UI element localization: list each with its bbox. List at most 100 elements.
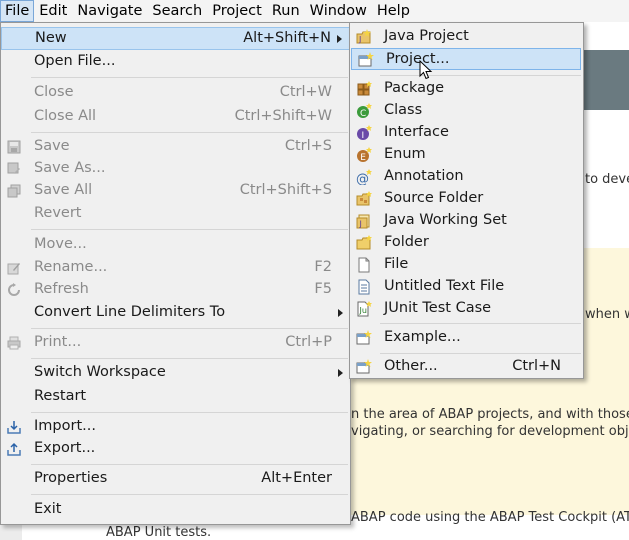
submenu-item-source-folder[interactable]: Source Folder [350, 188, 583, 210]
submenu-item-label: JUnit Test Case [384, 300, 492, 316]
menu-item-close-all[interactable]: Close All Ctrl+Shift+W [1, 106, 350, 129]
menu-item-export[interactable]: Export... [1, 438, 350, 461]
menu-separator [31, 328, 348, 329]
menu-item-accelerator: Alt+Shift+N [243, 30, 331, 46]
menu-item-save-as[interactable]: Save As... [1, 158, 350, 181]
save-as-icon [7, 162, 20, 174]
submenu-item-label: Folder [384, 234, 429, 250]
submenu-item-label: Java Working Set [384, 212, 507, 228]
java-project-icon: J [356, 29, 371, 44]
submenu-item-project[interactable]: Project... [351, 48, 581, 70]
rename-icon [7, 263, 20, 275]
project-icon [358, 52, 374, 67]
submenu-item-label: Interface [384, 124, 449, 140]
submenu-item-annotation[interactable]: @ Annotation [350, 166, 583, 188]
bg-text-3: n the area of ABAP projects, and with th… [351, 407, 629, 422]
menu-item-properties[interactable]: Properties Alt+Enter [1, 468, 350, 491]
submenu-item-label: Example... [384, 329, 461, 345]
menu-item-open-file[interactable]: Open File... [1, 51, 350, 74]
file-menu-dropdown: New Alt+Shift+N Open File... Close Ctrl+… [0, 22, 351, 525]
submenu-item-label: Untitled Text File [384, 278, 505, 294]
example-icon [356, 330, 372, 345]
refresh-icon [8, 283, 20, 296]
menu-item-label: Save All [34, 182, 93, 198]
menu-item-print[interactable]: Print... Ctrl+P [1, 332, 350, 355]
submenu-item-label: Annotation [384, 168, 464, 184]
menu-item-rename[interactable]: Rename... F2 [1, 257, 350, 280]
annotation-icon: @ [356, 169, 372, 185]
menu-item-label: Close All [34, 108, 97, 124]
menu-item-convert-line-delimiters[interactable]: Convert Line Delimiters To [1, 302, 350, 325]
menu-item-label: Print... [34, 334, 82, 350]
other-wizard-icon [356, 359, 372, 374]
submenu-arrow-icon [338, 309, 343, 317]
source-folder-icon [356, 191, 372, 206]
menu-window[interactable]: Window [305, 0, 372, 22]
menu-item-revert[interactable]: Revert [1, 203, 350, 226]
submenu-item-junit-test-case[interactable]: Ju JUnit Test Case [350, 298, 583, 320]
bg-text-1: to deve [585, 172, 629, 187]
menu-file[interactable]: File [0, 0, 35, 22]
submenu-item-example[interactable]: Example... [350, 327, 583, 349]
menu-item-accelerator: Ctrl+P [285, 334, 332, 350]
menu-separator [31, 494, 348, 495]
save-icon [7, 140, 21, 154]
submenu-item-other[interactable]: Other... Ctrl+N [350, 356, 583, 378]
menu-edit[interactable]: Edit [34, 0, 72, 22]
submenu-item-accelerator: Ctrl+N [512, 358, 561, 374]
menu-item-new[interactable]: New Alt+Shift+N [1, 27, 350, 50]
submenu-item-enum[interactable]: E Enum [350, 144, 583, 166]
submenu-item-untitled-text-file[interactable]: Untitled Text File [350, 276, 583, 298]
menu-bar: File Edit Navigate Search Project Run Wi… [0, 0, 629, 22]
submenu-item-interface[interactable]: I Interface [350, 122, 583, 144]
menu-item-save[interactable]: Save Ctrl+S [1, 136, 350, 159]
menu-item-import[interactable]: Import... [1, 416, 350, 439]
menu-search[interactable]: Search [147, 0, 207, 22]
menu-navigate[interactable]: Navigate [72, 0, 147, 22]
print-icon [7, 336, 21, 350]
menu-item-accelerator: Ctrl+Shift+W [234, 108, 332, 124]
menu-item-move[interactable]: Move... [1, 234, 350, 257]
interface-icon: I [357, 125, 372, 141]
menu-item-label: Rename... [34, 259, 108, 275]
submenu-item-label: Package [384, 80, 445, 96]
svg-text:@: @ [356, 172, 369, 185]
menu-run[interactable]: Run [267, 0, 305, 22]
menu-item-accelerator: F2 [314, 259, 332, 275]
package-icon [357, 81, 372, 96]
submenu-item-label: Project... [386, 51, 450, 67]
submenu-item-package[interactable]: Package [350, 78, 583, 100]
menu-item-label: Save [34, 138, 70, 154]
submenu-item-file[interactable]: File [350, 254, 583, 276]
text-file-icon [358, 279, 370, 295]
menu-item-label: Open File... [34, 53, 116, 69]
menu-project[interactable]: Project [207, 0, 267, 22]
mouse-pointer-icon [419, 60, 433, 80]
menu-separator [31, 412, 348, 413]
menu-item-accelerator: Ctrl+W [279, 84, 332, 100]
menu-item-label: Convert Line Delimiters To [34, 304, 226, 320]
menu-item-label: Switch Workspace [34, 364, 166, 380]
submenu-item-class[interactable]: C Class [350, 100, 583, 122]
submenu-item-label: Other... [384, 358, 438, 374]
folder-icon [356, 235, 372, 250]
menu-help[interactable]: Help [372, 0, 415, 22]
menu-separator [31, 77, 348, 78]
submenu-item-java-project[interactable]: J Java Project [350, 26, 583, 48]
menu-item-switch-workspace[interactable]: Switch Workspace [1, 362, 350, 385]
menu-item-accelerator: Ctrl+Shift+S [239, 182, 332, 198]
svg-text:C: C [360, 109, 366, 119]
menu-separator [31, 132, 348, 133]
menu-item-close[interactable]: Close Ctrl+W [1, 82, 350, 105]
menu-item-restart[interactable]: Restart [1, 386, 350, 409]
submenu-item-folder[interactable]: Folder [350, 232, 583, 254]
menu-item-refresh[interactable]: Refresh F5 [1, 279, 350, 302]
save-all-icon [7, 184, 21, 198]
svg-text:E: E [360, 153, 366, 163]
submenu-item-java-working-set[interactable]: J Java Working Set [350, 210, 583, 232]
menu-item-exit[interactable]: Exit [1, 499, 350, 522]
menu-item-save-all[interactable]: Save All Ctrl+Shift+S [1, 180, 350, 203]
svg-text:J: J [358, 35, 361, 44]
bg-text-5: ABAP code using the ABAP Test Cockpit (A… [351, 510, 629, 525]
menu-item-label: Refresh [34, 281, 89, 297]
